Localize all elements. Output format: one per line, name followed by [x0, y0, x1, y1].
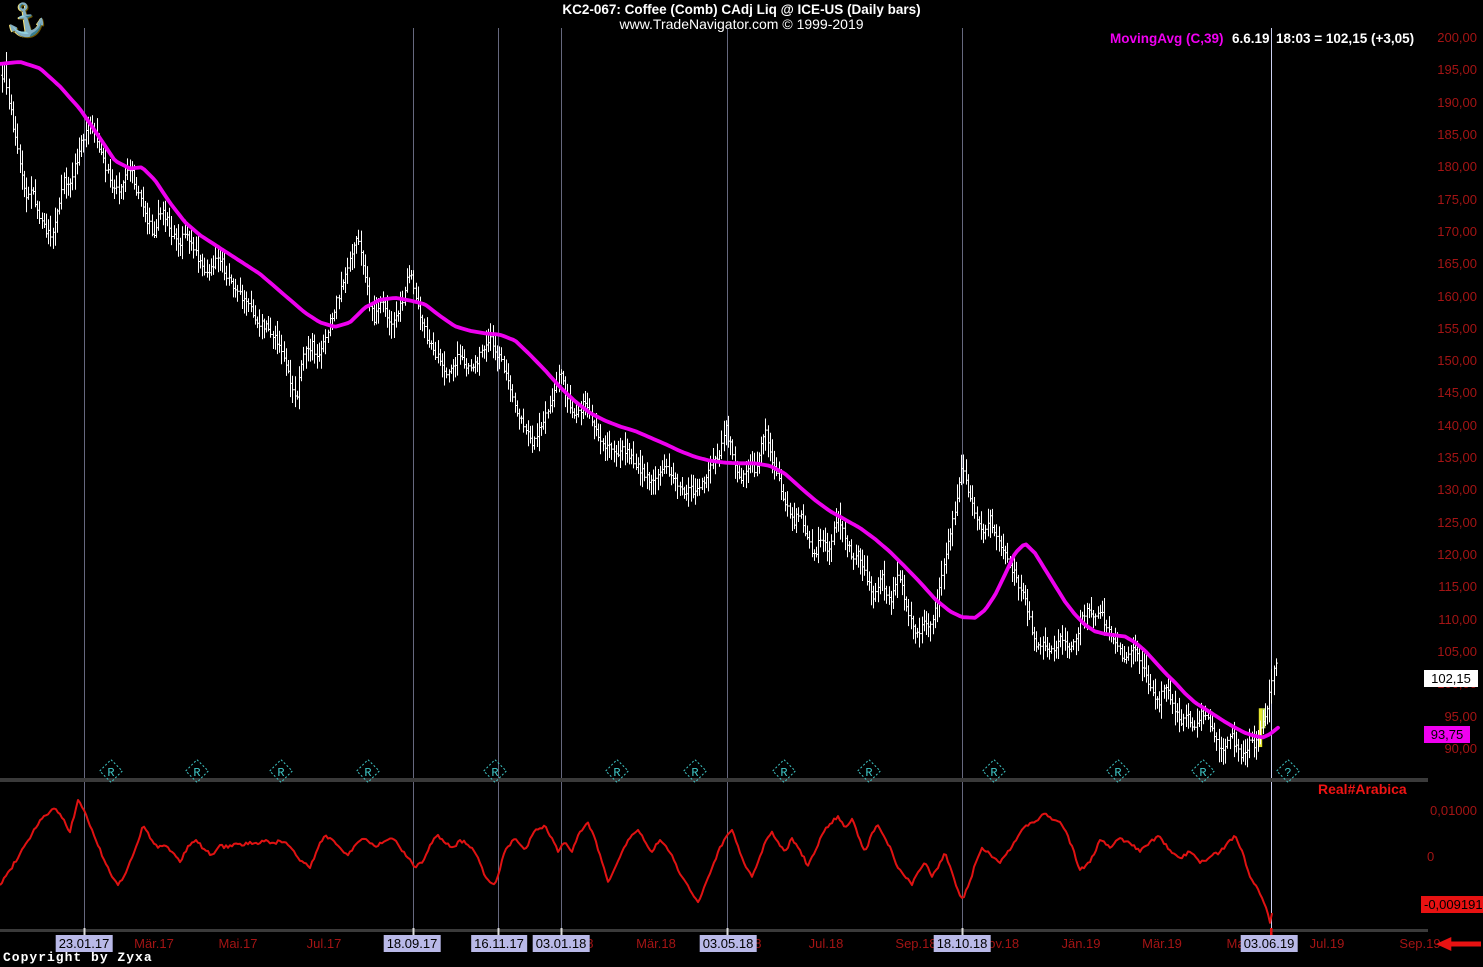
date-tick — [727, 928, 729, 935]
date-axis-highlighted-date[interactable]: 16.11.17 — [471, 935, 527, 952]
price-axis-label: 180,00 — [1421, 159, 1477, 174]
copyright-text: Copyright by Zyxa — [3, 950, 153, 965]
date-axis-month-label: Jul.19 — [1310, 936, 1345, 951]
lower-axis-zero-label: 0 — [1427, 849, 1434, 864]
date-tick — [84, 928, 86, 935]
date-tick — [498, 928, 500, 935]
svg-text:R: R — [1114, 766, 1121, 780]
date-axis-month-label: Jul.17 — [307, 936, 342, 951]
price-axis-label: 125,00 — [1421, 515, 1477, 530]
svg-text:R: R — [613, 766, 620, 780]
moving-average-line[interactable] — [0, 62, 1278, 737]
date-tick — [413, 928, 415, 935]
price-axis-label: 110,00 — [1421, 612, 1477, 627]
svg-text:R: R — [364, 766, 371, 780]
price-axis-label: 170,00 — [1421, 224, 1477, 239]
date-axis-month-label: Mär.19 — [1142, 936, 1182, 951]
date-axis-highlighted-date[interactable]: 03.05.18 — [700, 935, 757, 952]
price-axis-label: 160,00 — [1421, 289, 1477, 304]
panel-separator — [0, 778, 1428, 782]
svg-text:R: R — [1199, 766, 1206, 780]
svg-text:R: R — [107, 766, 114, 780]
svg-text:R: R — [277, 766, 284, 780]
price-axis-label: 120,00 — [1421, 547, 1477, 562]
svg-text:R: R — [193, 766, 200, 780]
date-axis-month-label: Mär.18 — [636, 936, 676, 951]
axis-separator — [0, 929, 1428, 932]
price-axis-label: 115,00 — [1421, 579, 1477, 594]
price-axis-label: 145,00 — [1421, 385, 1477, 400]
date-axis-highlighted-date[interactable]: 03.06.19 — [1241, 935, 1298, 952]
price-axis-label: 150,00 — [1421, 353, 1477, 368]
date-axis-highlighted-date[interactable]: 18.10.18 — [934, 935, 991, 952]
svg-text:R: R — [990, 766, 997, 780]
lower-last-value-box: -0,009191 — [1421, 896, 1483, 913]
date-axis-month-label: Jul.18 — [809, 936, 844, 951]
date-axis-highlighted-date[interactable]: 23.01.17 — [56, 935, 113, 952]
price-axis-label: 140,00 — [1421, 418, 1477, 433]
price-axis-label: 155,00 — [1421, 321, 1477, 336]
date-tick — [962, 928, 964, 935]
price-axis-label: 95,00 — [1421, 709, 1477, 724]
lower-panel-label[interactable]: Real#Arabica — [1318, 781, 1407, 797]
svg-text:R: R — [691, 766, 698, 780]
price-axis-label: 175,00 — [1421, 192, 1477, 207]
price-axis-label: 195,00 — [1421, 62, 1477, 77]
price-axis-label: 105,00 — [1421, 644, 1477, 659]
svg-text:?: ? — [1284, 766, 1291, 780]
price-axis-label: 185,00 — [1421, 127, 1477, 142]
ohlc-bars — [1, 52, 1278, 767]
price-axis-label: 165,00 — [1421, 256, 1477, 271]
price-axis-label: 135,00 — [1421, 450, 1477, 465]
ma-price-box: 93,75 — [1424, 726, 1470, 743]
last-price-box: 102,15 — [1424, 670, 1478, 687]
date-axis-month-label: Sep.19 — [1399, 936, 1440, 951]
oscillator-line — [0, 800, 1272, 923]
svg-text:R: R — [491, 766, 498, 780]
price-axis-label: 190,00 — [1421, 95, 1477, 110]
svg-text:R: R — [780, 766, 787, 780]
date-axis-month-label: Jän.19 — [1061, 936, 1100, 951]
date-axis-month-label: Sep.18 — [895, 936, 936, 951]
date-axis-month-label: Mai.17 — [218, 936, 257, 951]
chart-canvas[interactable]: R R R R R R R R R R R R? — [0, 0, 1483, 967]
date-axis-month-label: Mär.17 — [134, 936, 174, 951]
date-tick — [561, 928, 563, 935]
trade-navigator-window: ⚓ KC2-067: Coffee (Comb) CAdj Liq @ ICE-… — [0, 0, 1483, 967]
price-axis-label: 90,00 — [1421, 741, 1477, 756]
lower-axis-upper-label: 0,01000 — [1418, 803, 1477, 818]
date-axis-highlighted-date[interactable]: 03.01.18 — [533, 935, 590, 952]
svg-text:R: R — [865, 766, 872, 780]
price-axis-label: 200,00 — [1421, 30, 1477, 45]
date-axis-highlighted-date[interactable]: 18.09.17 — [384, 935, 441, 952]
price-axis-label: 130,00 — [1421, 482, 1477, 497]
